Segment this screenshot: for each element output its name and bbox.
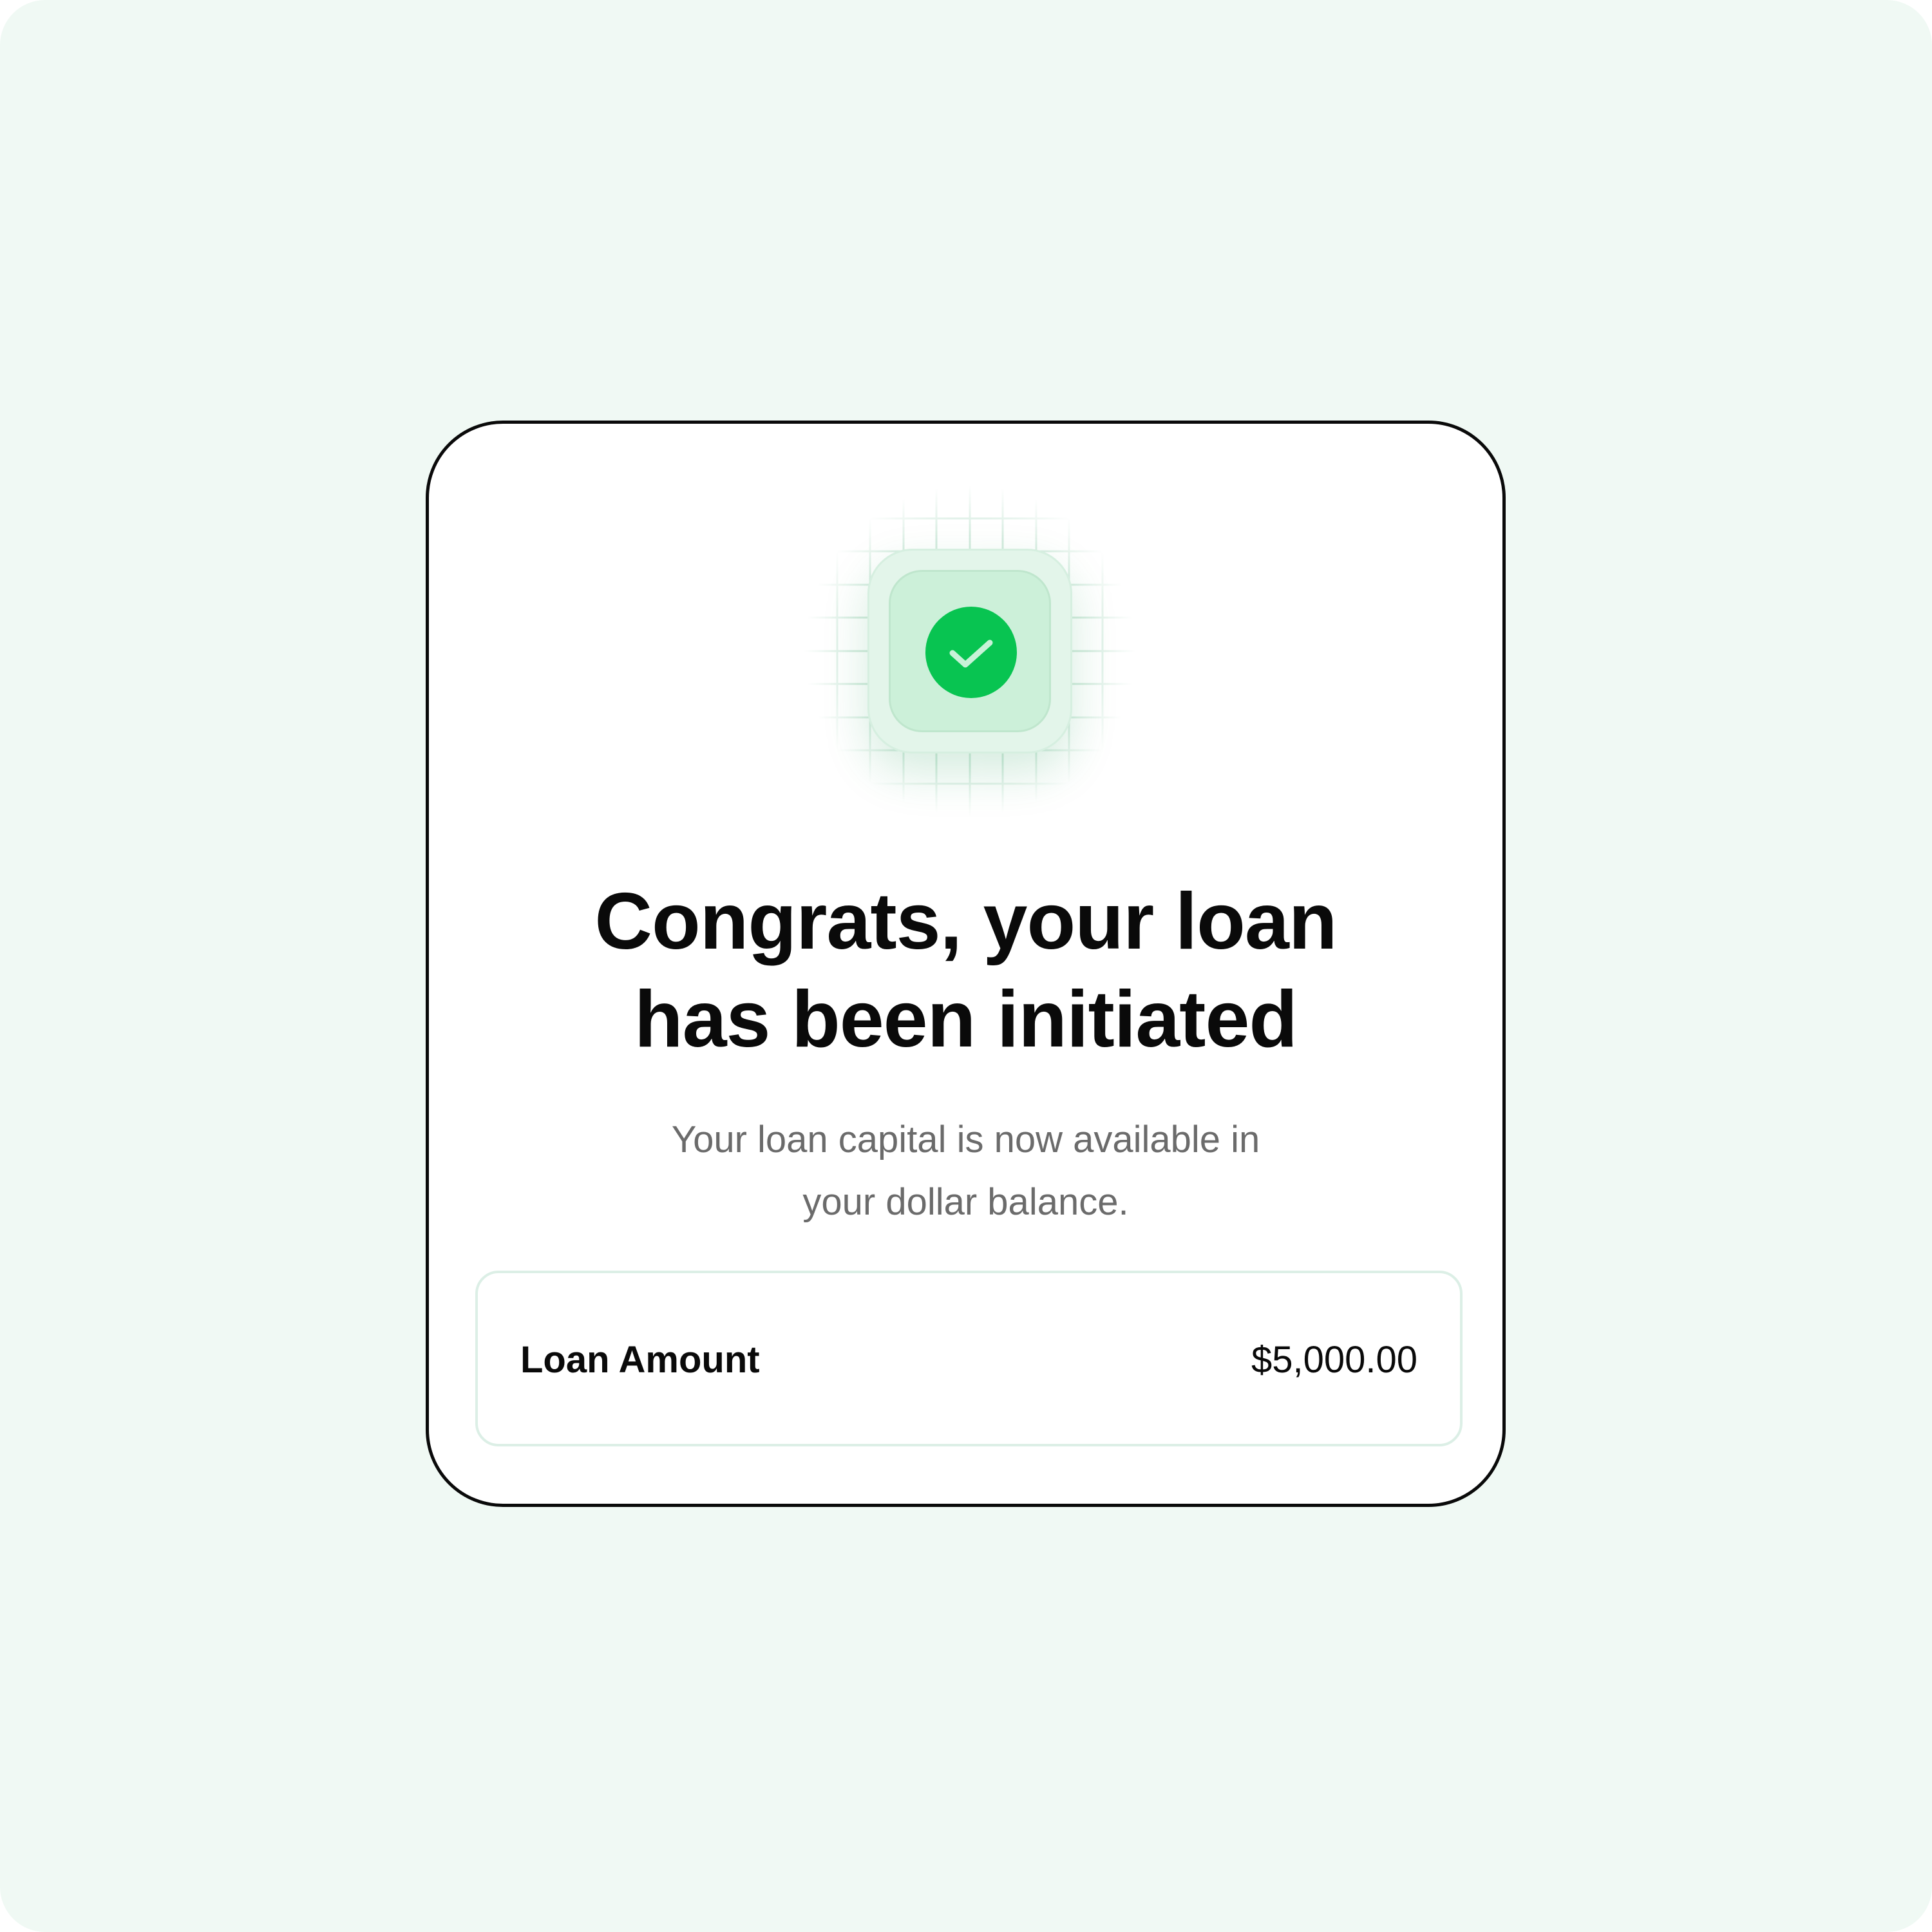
- success-illustration: [804, 485, 1135, 817]
- icon-tile-inner: [889, 570, 1051, 732]
- loan-amount-value: $5,000.00: [1251, 1339, 1417, 1381]
- dialog-subtitle: Your loan capital is now available in yo…: [429, 1108, 1502, 1233]
- check-circle-icon: [925, 607, 1017, 698]
- dialog-subtitle-line-1: Your loan capital is now available in: [671, 1119, 1260, 1160]
- page-background: Congrats, your loan has been initiated Y…: [0, 0, 1932, 1932]
- success-dialog: Congrats, your loan has been initiated Y…: [426, 421, 1506, 1507]
- dialog-subtitle-line-2: your dollar balance.: [802, 1181, 1129, 1223]
- icon-tile: [867, 549, 1072, 753]
- loan-amount-row: Loan Amount $5,000.00: [475, 1271, 1463, 1446]
- loan-amount-label: Loan Amount: [520, 1339, 760, 1381]
- dialog-title: Congrats, your loan has been initiated: [429, 873, 1502, 1068]
- dialog-title-line-2: has been initiated: [634, 975, 1298, 1064]
- dialog-title-line-1: Congrats, your loan: [594, 877, 1337, 966]
